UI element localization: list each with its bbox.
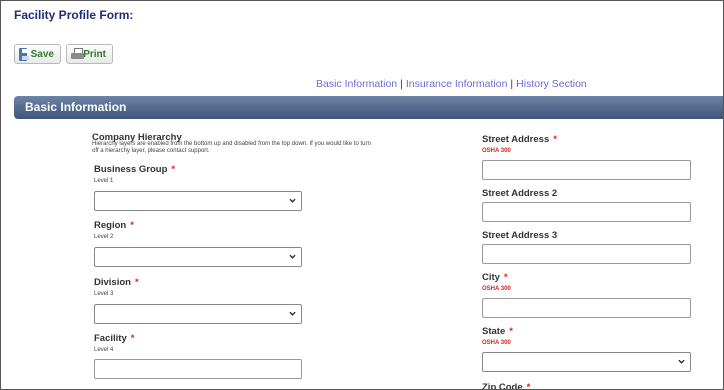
page-title: Facility Profile Form: — [14, 8, 134, 22]
region-level: Level 2 — [94, 234, 114, 240]
zip-code-label: Zip Code * — [482, 382, 531, 390]
anchor-history-section[interactable]: History Section — [516, 78, 587, 90]
anchor-separator: | — [510, 78, 514, 90]
street-address-3-input[interactable] — [482, 244, 691, 264]
anchor-basic-information[interactable]: Basic Information — [316, 78, 397, 90]
chevron-down-icon — [289, 198, 296, 203]
chevron-down-icon — [289, 311, 296, 316]
hierarchy-help-text: Hierarchy layers are enabled from the bo… — [92, 141, 371, 154]
required-marker: * — [171, 164, 176, 175]
business-group-label: Business Group * — [94, 164, 176, 175]
state-label: State * — [482, 326, 513, 337]
division-label: Division * — [94, 277, 139, 288]
street-address-2-input[interactable] — [482, 202, 691, 222]
business-group-select[interactable] — [94, 191, 302, 211]
city-osha-note: OSHA 300 — [482, 286, 511, 292]
section-anchor-nav: Basic Information | Insurance Information |… — [316, 78, 587, 90]
facility-label: Facility * — [94, 333, 135, 344]
facility-level: Level 4 — [94, 347, 114, 353]
chevron-down-icon — [289, 254, 296, 259]
required-marker: * — [134, 277, 139, 288]
region-select[interactable] — [94, 247, 302, 267]
state-osha-note: OSHA 300 — [482, 340, 511, 346]
required-marker: * — [553, 134, 557, 145]
anchor-insurance-information[interactable]: Insurance Information — [406, 78, 508, 90]
street-address-3-label: Street Address 3 — [482, 230, 558, 241]
save-button[interactable]: Save — [14, 44, 61, 64]
street-address-label: Street Address * — [482, 134, 557, 145]
print-button-label: Print — [83, 48, 106, 60]
street-address-input[interactable] — [482, 160, 691, 180]
state-select[interactable] — [482, 352, 691, 372]
section-header-basic-information: Basic Information — [14, 96, 723, 119]
required-marker: * — [509, 326, 513, 337]
required-marker: * — [526, 382, 531, 390]
business-group-level: Level 1 — [94, 178, 114, 184]
chevron-down-icon — [678, 359, 685, 364]
division-select[interactable] — [94, 304, 302, 324]
printer-icon — [71, 47, 85, 61]
section-title: Basic Information — [25, 100, 127, 114]
anchor-separator: | — [400, 78, 403, 90]
floppy-disk-icon — [19, 47, 29, 61]
required-marker: * — [130, 333, 135, 344]
division-level: Level 3 — [94, 291, 114, 297]
save-button-label: Save — [30, 48, 54, 60]
required-marker: * — [503, 272, 508, 283]
required-marker: * — [130, 220, 134, 231]
city-input[interactable] — [482, 298, 691, 318]
facility-input[interactable] — [94, 359, 302, 379]
region-label: Region * — [94, 220, 134, 231]
street-address-2-label: Street Address 2 — [482, 188, 558, 199]
form-frame: Facility Profile Form: Save Print Basic … — [0, 0, 724, 390]
street-address-osha-note: OSHA 300 — [482, 148, 511, 154]
city-label: City * — [482, 272, 508, 283]
print-button[interactable]: Print — [66, 44, 113, 64]
